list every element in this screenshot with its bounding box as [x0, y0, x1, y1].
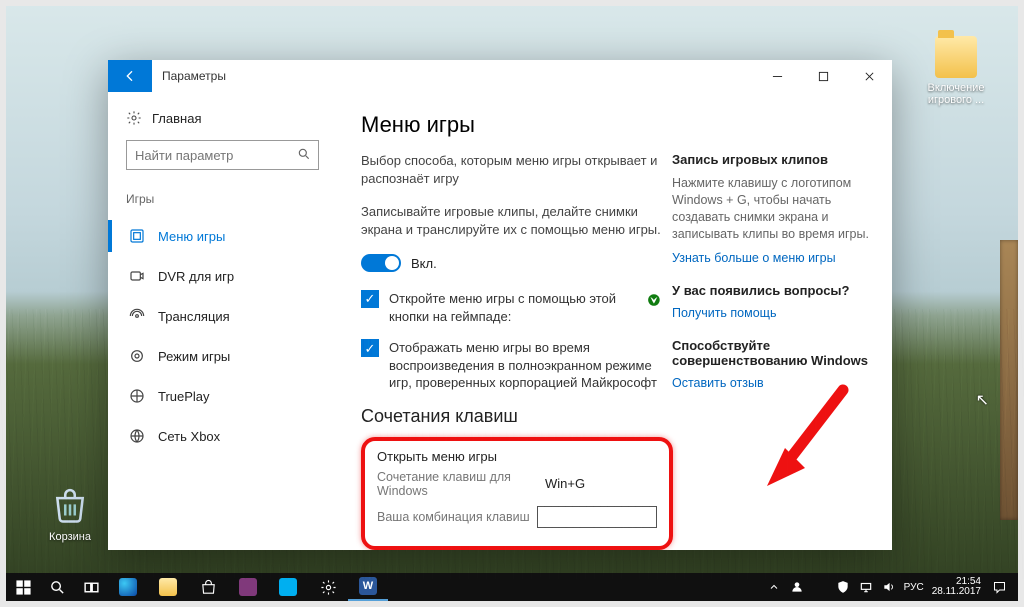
gamemode-icon — [128, 347, 146, 365]
sidebar-section: Игры — [126, 192, 319, 206]
recycle-icon — [49, 485, 91, 527]
side-s1-h: Запись игровых клипов — [672, 152, 872, 167]
mouse-cursor: ↖ — [976, 390, 989, 410]
toggle-label: Вкл. — [411, 256, 437, 271]
tray-action-center[interactable] — [986, 573, 1012, 601]
tray-defender-icon[interactable] — [832, 573, 854, 601]
tray-volume-icon[interactable] — [878, 573, 900, 601]
tray-date: 28.11.2017 — [932, 587, 981, 598]
side-s3-h: Способствуйте совершенствованию Windows — [672, 338, 872, 368]
record-hint: Записывайте игровые клипы, делайте снимк… — [361, 203, 661, 238]
side-s2-h: У вас появились вопросы? — [672, 283, 872, 298]
sidebar: Главная Игры Меню игры DVR для игр — [108, 92, 333, 550]
sidebar-home-label: Главная — [152, 111, 201, 126]
minimize-button[interactable] — [754, 60, 800, 92]
highlighted-hotkey-block: Открыть меню игры Сочетание клавиш для W… — [361, 437, 673, 550]
gamebar-icon — [128, 227, 146, 245]
checkbox-gamepad[interactable]: ✓ — [361, 290, 379, 308]
sidebar-item-label: DVR для игр — [158, 269, 234, 284]
sidebar-item-label: Трансляция — [158, 309, 230, 324]
gamebar-toggle[interactable] — [361, 254, 401, 272]
taskbar-settings[interactable] — [308, 573, 348, 601]
desktop: Корзина Включение игрового ... ↖ © Syste… — [0, 0, 1024, 607]
check1-label: Откройте меню игры с помощью этой кнопки… — [389, 290, 633, 325]
settings-window: Параметры Главная Игры — [108, 60, 892, 550]
xbox-icon — [647, 290, 661, 310]
side-s1-p: Нажмите клавишу с логотипом Windows + G,… — [672, 175, 872, 243]
wood-plank — [1000, 240, 1018, 520]
link-get-help[interactable]: Получить помощь — [672, 306, 872, 320]
broadcast-icon — [128, 307, 146, 325]
task-view[interactable] — [74, 573, 108, 601]
maximize-button[interactable] — [800, 60, 846, 92]
xbox-net-icon — [128, 427, 146, 445]
sidebar-item-broadcast[interactable]: Трансляция — [126, 296, 319, 336]
search-icon — [297, 147, 311, 164]
hotkeys-heading: Сочетания клавиш — [361, 406, 661, 427]
desktop-folder[interactable]: Включение игрового ... — [916, 36, 996, 106]
sidebar-item-dvr[interactable]: DVR для игр — [126, 256, 319, 296]
sidebar-item-label: Сеть Xbox — [158, 429, 220, 444]
link-learn-more[interactable]: Узнать больше о меню игры — [672, 251, 872, 265]
hotkey-open-k1: Сочетание клавиш для Windows — [377, 470, 545, 498]
taskbar-onenote[interactable] — [228, 573, 268, 601]
window-title: Параметры — [152, 69, 226, 83]
sidebar-home[interactable]: Главная — [126, 110, 319, 126]
sidebar-item-game-mode[interactable]: Режим игры — [126, 336, 319, 376]
sidebar-item-label: Режим игры — [158, 349, 230, 364]
check2-label: Отображать меню игры во время воспроизве… — [389, 339, 661, 392]
recycle-bin[interactable]: Корзина — [30, 485, 110, 543]
folder-label: Включение игрового ... — [928, 82, 985, 106]
tray-chevron-up-icon[interactable] — [763, 573, 785, 601]
gear-icon — [126, 110, 142, 126]
taskbar-store[interactable] — [188, 573, 228, 601]
recycle-label: Корзина — [49, 531, 91, 543]
system-tray: РУС 21:54 28.11.2017 — [763, 573, 1018, 601]
hotkey-open-v1: Win+G — [545, 476, 585, 491]
checkbox-fullscreen[interactable]: ✓ — [361, 339, 379, 357]
tray-language[interactable]: РУС — [901, 582, 927, 593]
sidebar-item-label: TruePlay — [158, 389, 210, 404]
page-title: Меню игры — [361, 112, 872, 138]
hotkey-open-title: Открыть меню игры — [377, 449, 657, 464]
titlebar: Параметры — [108, 60, 892, 92]
start-button[interactable] — [6, 573, 40, 601]
taskbar-search[interactable] — [40, 573, 74, 601]
hotkey-open-k2: Ваша комбинация клавиш — [377, 510, 537, 524]
taskbar-explorer[interactable] — [148, 573, 188, 601]
close-button[interactable] — [846, 60, 892, 92]
content: Меню игры Выбор способа, которым меню иг… — [333, 92, 892, 550]
search-box[interactable] — [126, 140, 319, 170]
folder-icon — [935, 36, 977, 78]
taskbar-word[interactable]: W — [348, 573, 388, 601]
tray-onedrive-icon[interactable] — [809, 573, 831, 601]
link-feedback[interactable]: Оставить отзыв — [672, 376, 872, 390]
taskbar-edge[interactable] — [108, 573, 148, 601]
tray-network-icon[interactable] — [855, 573, 877, 601]
taskbar-skype[interactable] — [268, 573, 308, 601]
search-input[interactable] — [126, 140, 319, 170]
trueplay-icon — [128, 387, 146, 405]
dvr-icon — [128, 267, 146, 285]
sidebar-item-label: Меню игры — [158, 229, 225, 244]
hotkey-open-input[interactable] — [537, 506, 657, 528]
intro-text: Выбор способа, которым меню игры открыва… — [361, 152, 661, 187]
tray-people-icon[interactable] — [786, 573, 808, 601]
taskbar: W РУС 21:54 28.11.2017 — [6, 573, 1018, 601]
sidebar-item-game-bar[interactable]: Меню игры — [126, 216, 319, 256]
back-button[interactable] — [108, 60, 152, 92]
sidebar-item-trueplay[interactable]: TruePlay — [126, 376, 319, 416]
sidebar-item-xbox[interactable]: Сеть Xbox — [126, 416, 319, 456]
tray-clock[interactable]: 21:54 28.11.2017 — [928, 577, 985, 598]
